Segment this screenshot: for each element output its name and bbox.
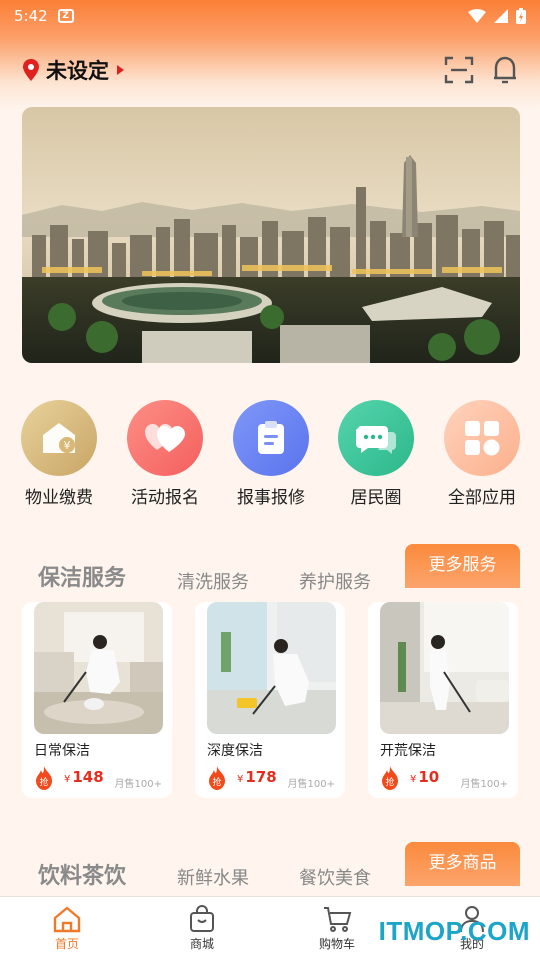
currency-symbol: ¥ bbox=[64, 774, 71, 785]
city-skyline-image bbox=[22, 107, 520, 363]
quick-action-label: 活动报名 bbox=[131, 488, 199, 508]
signal-icon bbox=[494, 9, 508, 23]
tab-fruit[interactable]: 新鲜水果 bbox=[177, 864, 249, 890]
monthly-sales: 月售100+ bbox=[460, 779, 508, 790]
status-time: 5:42 bbox=[14, 7, 48, 25]
location-label[interactable]: 未设定 bbox=[46, 55, 109, 85]
service-tabs: 保洁服务 清洗服务 养护服务 更多服务 bbox=[0, 544, 540, 594]
location-header: 未设定 bbox=[0, 50, 540, 90]
quick-action-label: 居民圈 bbox=[350, 488, 402, 508]
service-name: 深度保洁 bbox=[207, 743, 263, 759]
more-goods-button[interactable]: 更多商品 bbox=[405, 842, 520, 886]
tab-washing[interactable]: 清洗服务 bbox=[177, 568, 249, 594]
site-watermark: ITMOP.COM bbox=[378, 916, 530, 946]
chat-bubble-icon bbox=[338, 400, 414, 476]
tab-cart[interactable]: 购物车 bbox=[297, 903, 377, 952]
tab-mall[interactable]: 商城 bbox=[162, 903, 242, 952]
flash-sale-fire-icon: 抢 bbox=[382, 766, 398, 790]
service-card[interactable]: 深度保洁 抢 ¥178 月售100+ bbox=[195, 602, 345, 798]
tab-maintenance[interactable]: 养护服务 bbox=[299, 568, 371, 594]
house-yen-icon: ¥ bbox=[21, 400, 97, 476]
scan-icon[interactable] bbox=[444, 56, 474, 84]
svg-text:抢: 抢 bbox=[39, 776, 48, 788]
service-price: ¥148 bbox=[64, 768, 104, 786]
wifi-icon bbox=[468, 9, 486, 23]
service-name: 开荒保洁 bbox=[380, 743, 436, 759]
service-card[interactable]: 开荒保洁 抢 ¥10 月售100+ bbox=[368, 602, 518, 798]
cleaning-photo-daily bbox=[34, 602, 163, 734]
cleaning-photo-move-in bbox=[380, 602, 509, 734]
tab-cleaning[interactable]: 保洁服务 bbox=[38, 560, 126, 592]
currency-symbol: ¥ bbox=[237, 774, 244, 785]
quick-action-label: 物业缴费 bbox=[25, 488, 93, 508]
price-value: 178 bbox=[245, 768, 277, 786]
location-pin-icon[interactable] bbox=[22, 59, 40, 81]
quick-action-report-repair[interactable]: 报事报修 bbox=[221, 400, 321, 508]
quick-action-resident-circle[interactable]: 居民圈 bbox=[326, 400, 426, 508]
home-icon bbox=[53, 906, 81, 933]
location-caret-icon[interactable] bbox=[117, 65, 124, 75]
grid-apps-icon bbox=[444, 400, 520, 476]
cart-icon bbox=[324, 907, 352, 932]
service-price: ¥10 bbox=[410, 768, 439, 786]
clipboard-icon bbox=[233, 400, 309, 476]
hearts-icon bbox=[127, 400, 203, 476]
tab-label: 首页 bbox=[54, 937, 79, 951]
tab-food[interactable]: 餐饮美食 bbox=[299, 864, 371, 890]
notification-app-icon: Z bbox=[57, 9, 74, 23]
currency-symbol: ¥ bbox=[410, 774, 417, 785]
battery-icon bbox=[516, 8, 526, 24]
quick-action-all-apps[interactable]: 全部应用 bbox=[432, 400, 532, 508]
quick-action-label: 全部应用 bbox=[448, 488, 516, 508]
svg-text:¥: ¥ bbox=[64, 439, 71, 452]
goods-tabs: 饮料茶饮 新鲜水果 餐饮美食 更多商品 bbox=[0, 842, 540, 892]
service-cards: 日常保洁 抢 ¥148 月售100+ 深度保洁 抢 ¥178 月售100+ 开荒… bbox=[22, 602, 520, 798]
price-value: 148 bbox=[72, 768, 104, 786]
quick-action-property-fee[interactable]: ¥ 物业缴费 bbox=[9, 400, 109, 508]
flash-sale-fire-icon: 抢 bbox=[36, 766, 52, 790]
quick-action-event-signup[interactable]: 活动报名 bbox=[115, 400, 215, 508]
monthly-sales: 月售100+ bbox=[287, 779, 335, 790]
flash-sale-fire-icon: 抢 bbox=[209, 766, 225, 790]
city-banner[interactable] bbox=[22, 107, 520, 363]
svg-text:抢: 抢 bbox=[212, 776, 221, 788]
shopping-bag-icon bbox=[190, 905, 214, 932]
quick-actions: ¥ 物业缴费 活动报名 报事报修 居民圈 全部应用 bbox=[0, 400, 540, 510]
tab-label: 购物车 bbox=[318, 937, 355, 951]
svg-text:抢: 抢 bbox=[385, 776, 394, 788]
more-services-button[interactable]: 更多服务 bbox=[405, 544, 520, 588]
status-bar: 5:42 Z bbox=[0, 0, 540, 32]
service-card[interactable]: 日常保洁 抢 ¥148 月售100+ bbox=[22, 602, 172, 798]
monthly-sales: 月售100+ bbox=[114, 779, 162, 790]
service-price: ¥178 bbox=[237, 768, 277, 786]
quick-action-label: 报事报修 bbox=[237, 488, 305, 508]
cleaning-photo-deep bbox=[207, 602, 336, 734]
service-name: 日常保洁 bbox=[34, 743, 90, 759]
tab-drinks[interactable]: 饮料茶饮 bbox=[38, 858, 126, 890]
tab-label: 商城 bbox=[189, 937, 214, 951]
bell-icon[interactable] bbox=[492, 55, 518, 85]
tab-home[interactable]: 首页 bbox=[27, 903, 107, 952]
price-value: 10 bbox=[418, 768, 440, 786]
